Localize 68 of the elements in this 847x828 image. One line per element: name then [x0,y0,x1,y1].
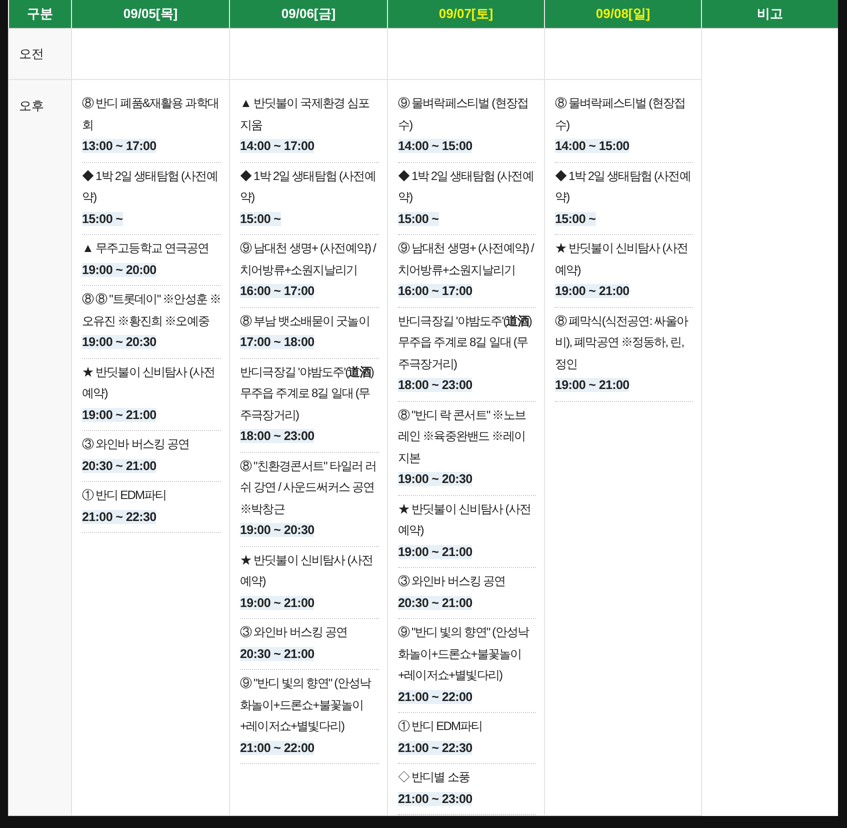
event-time: 14:00 ~ 17:00 [240,139,314,153]
event-time: 14:00 ~ 15:00 [555,139,630,153]
event-time: 15:00 ~ [555,212,596,226]
event-title: ⑧ "반디 락 콘서트" ※노브레인 ※육중완밴드 ※레이지본 [398,406,527,466]
event-time: 19:00 ~ 20:30 [398,472,472,486]
event-title: ⑨ 물벼락페스티벌 (현장접수) [398,95,530,134]
event-title: ⑧ ⑧ "트롯데이" ※안성훈 ※오유진 ※황진희 ※오예중 [82,291,221,330]
event-time: 20:30 ~ 21:00 [240,646,314,660]
event-title: ★ 반딧불이 신비탐사 (사전예약) [398,500,532,539]
event-time: 16:00 ~ 17:00 [398,284,472,298]
event-time: 19:00 ~ 21:00 [240,596,314,610]
event-title: ⑨ 남대천 생명+ (사전예약) / 치어방류+소원지날리기 [398,240,536,278]
event-title: ◇ 반디별 소풍 [398,769,471,786]
event-time: 15:00 ~ [82,212,123,226]
event-time: 18:00 ~ 23:00 [240,429,314,443]
event-title: ⑧ 부남 뱃소배묻이 굿놀이 [240,312,370,330]
event-time: 19:00 ~ 21:00 [555,284,630,298]
event-time: 19:00 ~ 21:00 [555,378,630,392]
column-header: 09/08[일] [544,0,702,28]
event-title: ◆ 1박 2일 생태탐험 (사전예약) [82,168,218,206]
event-title: ⑨ "반디 빛의 향연" (안성낙화놀이+드론쇼+불꽃놀이+레이저쇼+별빛다리) [240,675,372,735]
event-time: 15:00 ~ [398,212,439,226]
event-title: ⑨ 남대천 생명+ (사전예약) / 치어방류+소원지날리기 [240,240,378,278]
event-title: ③ 와인바 버스킹 공연 [398,573,506,590]
event-title: ⑧ "친환경콘서트" 타일러 러쉬 강연 / 사운드써커스 공연 ※박창근 [240,458,378,518]
event-title: ③ 와인바 버스킹 공연 [82,436,190,453]
event-title: ⑧ 물벼락페스티벌 (현장접수) [555,95,686,134]
column-header: 09/05[목] [72,0,230,28]
event-time: 21:00 ~ 22:30 [398,740,472,754]
event-time: 19:00 ~ 20:30 [240,523,314,537]
event-time: 20:30 ~ 21:00 [398,596,472,610]
event-time: 19:00 ~ 21:00 [82,408,156,422]
event-title: ★ 반딧불이 신비탐사 (사전예약) [240,552,374,590]
event-time: 13:00 ~ 17:00 [82,139,156,153]
event-time: 18:00 ~ 23:00 [398,378,472,392]
event-time: 19:00 ~ 20:00 [82,262,156,276]
event-title: ① 반디 EDM파티 [398,718,484,735]
event-time: 21:00 ~ 23:00 [398,792,472,806]
event-time: 21:00 ~ 22:00 [398,690,472,704]
column-header: 09/06[금] [230,0,388,28]
event-title: ③ 와인바 버스킹 공연 [240,624,348,641]
event-time: 14:00 ~ 15:00 [398,139,472,153]
event-time: 21:00 ~ 22:00 [240,740,314,754]
event-time: 20:30 ~ 21:00 [82,458,156,472]
event-title: ① 반디 EDM파티 [82,487,168,504]
event-title: ★ 반딧불이 신비탐사 (사전예약) [82,364,216,402]
event-time: 16:00 ~ 17:00 [240,284,314,298]
event-title: ⑧ 폐막식(식전공연: 싸울아비), 폐막공연 ※정동하, 린, 정인 [555,312,689,372]
row-label: 오후 [19,99,44,113]
event-title: ⑧ 반디 폐품&재활용 과학대회 [82,95,220,134]
event-title: ◆ 1박 2일 생태탐험 (사전예약) [398,168,534,206]
event-title: ◆ 1박 2일 생태탐험 (사전예약) [240,168,376,206]
event-title: ▲ 반딧불이 국제환경 심포지움 [240,95,370,134]
event-title: ▲ 무주고등학교 연극공연 [82,240,210,257]
event-time: 19:00 ~ 21:00 [398,544,472,558]
event-title: ⑨ "반디 빛의 향연" (안성낙화놀이+드론쇼+불꽃놀이+레이저쇼+별빛다리) [398,624,530,684]
event-time: 19:00 ~ 20:30 [82,335,156,349]
event-title: ★ 반딧불이 신비탐사 (사전예약) [555,240,688,278]
event-title: ◆ 1박 2일 생태탐험 (사전예약) [555,168,692,206]
event-title: 반디극장길 '야밤도주'(道酒) 무주읍 주계로 8길 일대 (무주극장거리) [240,364,375,424]
column-header: 비고 [702,0,838,28]
event-time: 21:00 ~ 22:30 [82,510,156,524]
event-time: 15:00 ~ [240,212,281,226]
event-time: 17:00 ~ 18:00 [240,335,314,349]
event-title: 반디극장길 '야밤도주'(道酒) 무주읍 주계로 8길 일대 (무주극장거리) [398,312,533,372]
column-header: 09/07[토] [388,0,544,28]
row-label: 오전 [19,47,44,61]
column-header: 구분 [8,0,72,28]
